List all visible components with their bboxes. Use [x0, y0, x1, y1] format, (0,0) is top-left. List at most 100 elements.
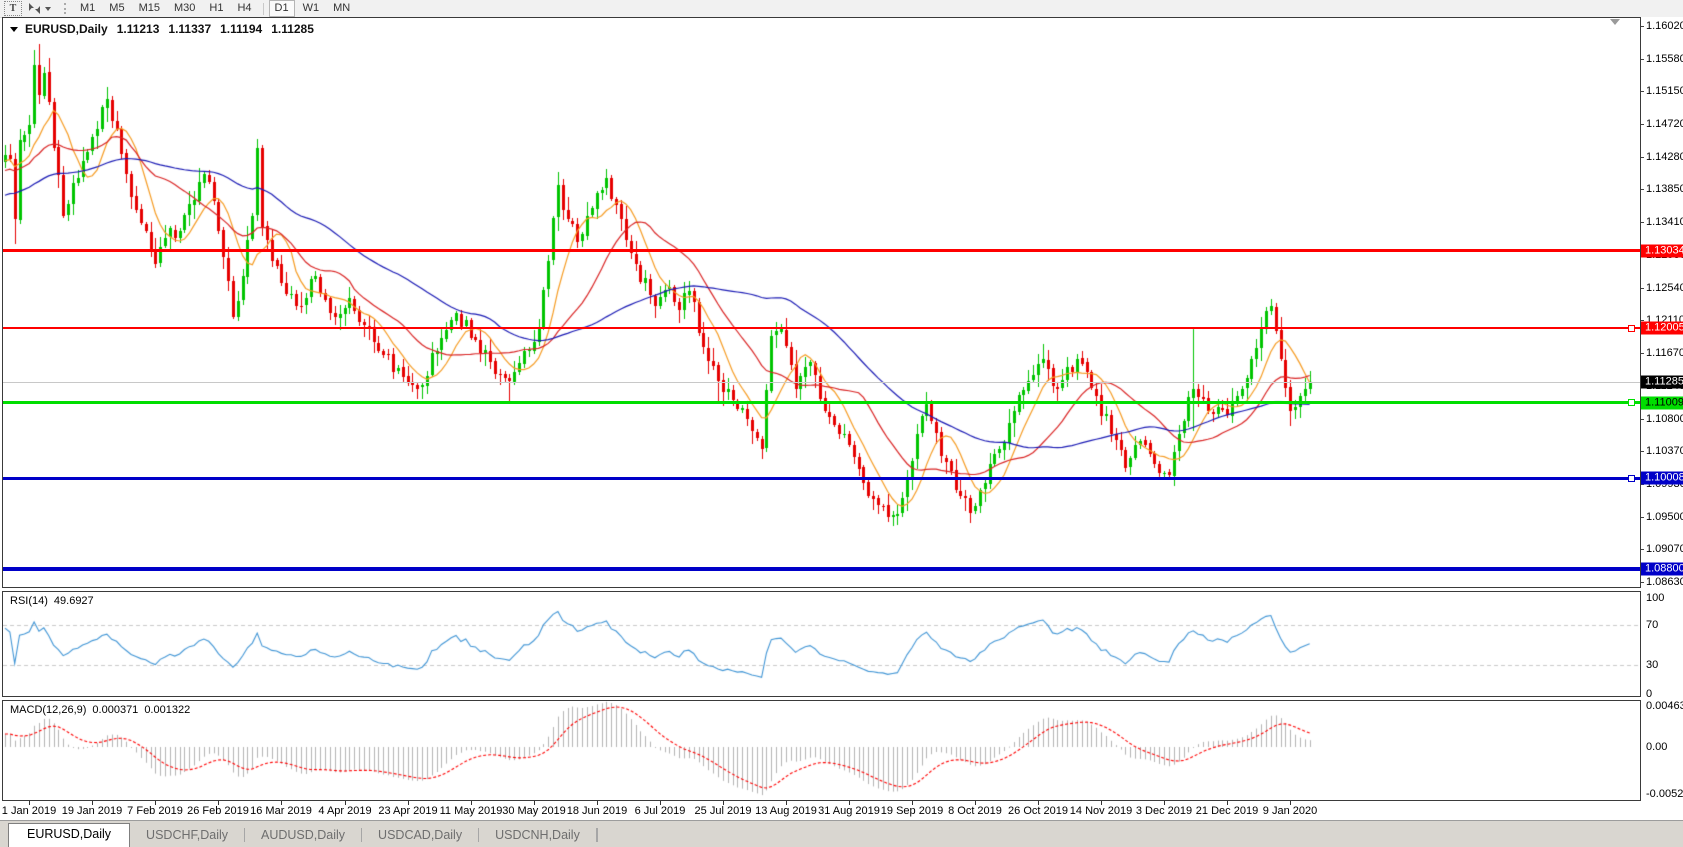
price-tick-mark: [1641, 549, 1644, 550]
rsi-canvas[interactable]: [3, 592, 1640, 696]
price-tick-label: 1.15580: [1646, 53, 1683, 65]
price-level-badge: 1.08800: [1641, 563, 1683, 576]
chart-tab-bar: EURUSD,DailyUSDCHF,DailyAUDUSD,DailyUSDC…: [0, 820, 1683, 847]
price-tick-label: 1.13850: [1646, 183, 1683, 195]
date-tick-label: 13 Aug 2019: [755, 805, 817, 817]
timeframe-button-w1[interactable]: W1: [297, 0, 326, 17]
rsi-tick-label: 70: [1646, 619, 1658, 631]
text-tool-button[interactable]: T: [4, 1, 22, 16]
timeframe-button-m1[interactable]: M1: [74, 0, 101, 17]
price-tick-mark: [1641, 26, 1644, 27]
date-tick-label: 31 Aug 2019: [818, 805, 880, 817]
chart-tab-audusd[interactable]: AUDUSD,Daily: [245, 824, 361, 847]
ohlc-open: 1.11213: [117, 22, 160, 36]
price-tick-mark: [1641, 59, 1644, 60]
price-tick-mark: [1641, 124, 1644, 125]
price-tick-mark: [1641, 91, 1644, 92]
rsi-tick-label: 0: [1646, 688, 1652, 700]
macd-canvas[interactable]: [3, 701, 1640, 800]
date-tick-label: 26 Oct 2019: [1008, 805, 1068, 817]
price-tick-label: 1.14280: [1646, 151, 1683, 163]
rsi-tick-label: 100: [1646, 592, 1664, 604]
date-tick-label: 18 Jun 2019: [567, 805, 628, 817]
timeframe-button-mn[interactable]: MN: [327, 0, 356, 17]
date-tick-label: 11 May 2019: [440, 805, 503, 817]
price-tick-mark: [1641, 451, 1644, 452]
chart-title: EURUSD,Daily 1.11213 1.11337 1.11194 1.1…: [10, 22, 314, 36]
price-level-badge: 1.10008: [1641, 472, 1683, 485]
timeframe-button-m15[interactable]: M15: [133, 0, 166, 17]
macd-value-2: 0.001322: [144, 704, 190, 716]
date-tick-label: 14 Nov 2019: [1070, 805, 1132, 817]
date-tick-label: 4 Apr 2019: [318, 805, 371, 817]
date-tick-label: 8 Oct 2019: [948, 805, 1002, 817]
date-tick-label: 6 Jul 2019: [635, 805, 686, 817]
timeframe-button-h4[interactable]: H4: [231, 0, 257, 17]
rsi-label: RSI(14) 49.6927: [10, 595, 94, 607]
date-tick-label: 7 Feb 2019: [127, 805, 183, 817]
top-toolbar: T M1M5M15M30H1H4 D1W1MN: [0, 0, 1683, 18]
horizontal-level-line-1.12005[interactable]: [3, 327, 1640, 329]
ohlc-low: 1.11194: [220, 22, 262, 36]
horizontal-level-line-1.10008[interactable]: [3, 477, 1640, 480]
macd-tick-label: -0.00529: [1646, 788, 1683, 800]
chart-tab-eurusd[interactable]: EURUSD,Daily: [8, 823, 130, 847]
price-tick-mark: [1641, 288, 1644, 289]
tab-separator: [597, 828, 598, 842]
price-tick-label: 1.10370: [1646, 445, 1683, 457]
timeframe-button-h1[interactable]: H1: [203, 0, 229, 17]
price-tick-mark: [1641, 189, 1644, 190]
date-tick-label: 26 Feb 2019: [187, 805, 249, 817]
date-tick-label: 3 Dec 2019: [1136, 805, 1192, 817]
chevron-down-icon: [45, 7, 51, 11]
level-drag-handle[interactable]: [1628, 399, 1635, 406]
date-tick-label: 19 Sep 2019: [881, 805, 943, 817]
macd-tick-label: 0.00: [1646, 741, 1667, 753]
chart-tab-usdcad[interactable]: USDCAD,Daily: [362, 824, 478, 847]
ohlc-close: 1.11285: [271, 22, 314, 36]
timeframe-toolbar: M1M5M15M30H1H4 D1W1MN: [73, 0, 357, 17]
price-tick-label: 1.11670: [1646, 347, 1683, 359]
macd-label: MACD(12,26,9) 0.000371 0.001322: [10, 704, 190, 716]
cursor-modes-button[interactable]: [23, 0, 55, 17]
timeframe-button-d1[interactable]: D1: [269, 0, 295, 17]
timeframe-button-m30[interactable]: M30: [168, 0, 201, 17]
diagonal-arrows-icon: [27, 2, 42, 15]
toolbar-grip[interactable]: [64, 3, 68, 14]
symbol-dropdown-icon[interactable]: [10, 27, 18, 32]
rsi-name: RSI(14): [10, 595, 48, 607]
date-tick-label: 21 Dec 2019: [1196, 805, 1258, 817]
timeframe-button-m5[interactable]: M5: [103, 0, 130, 17]
price-tick-label: 1.15150: [1646, 85, 1683, 97]
price-tick-label: 1.14720: [1646, 118, 1683, 130]
horizontal-level-line-1.08800[interactable]: [3, 567, 1640, 571]
rsi-tick-label: 30: [1646, 659, 1658, 671]
date-tick-label: 9 Jan 2020: [1263, 805, 1317, 817]
rsi-value: 49.6927: [54, 595, 94, 607]
price-tick-mark: [1641, 222, 1644, 223]
ohlc-high: 1.11337: [168, 22, 211, 36]
price-chart-canvas[interactable]: [3, 18, 1640, 587]
price-tick-label: 1.09070: [1646, 543, 1683, 555]
level-drag-handle[interactable]: [1628, 325, 1635, 332]
level-drag-handle[interactable]: [1628, 475, 1635, 482]
date-tick-label: 25 Jul 2019: [695, 805, 752, 817]
price-level-badge: 1.11009: [1641, 397, 1683, 410]
chart-tab-usdchf[interactable]: USDCHF,Daily: [130, 824, 244, 847]
horizontal-level-line-1.11285[interactable]: [3, 382, 1640, 383]
price-tick-label: 1.08630: [1646, 576, 1683, 588]
price-tick-mark: [1641, 419, 1644, 420]
date-axis[interactable]: 1 Jan 201919 Jan 20197 Feb 201926 Feb 20…: [0, 801, 1683, 820]
horizontal-level-line-1.13034[interactable]: [3, 249, 1640, 252]
price-level-badge: 1.13034: [1641, 245, 1683, 258]
price-level-badge: 1.12005: [1641, 322, 1683, 335]
price-tick-mark: [1641, 157, 1644, 158]
price-tick-mark: [1641, 582, 1644, 583]
macd-value-1: 0.000371: [92, 704, 138, 716]
scroll-to-end-icon[interactable]: [1610, 19, 1620, 25]
price-tick-label: 1.16020: [1646, 20, 1683, 32]
price-tick-label: 1.10800: [1646, 413, 1683, 425]
date-tick-label: 19 Jan 2019: [62, 805, 123, 817]
horizontal-level-line-1.11009[interactable]: [3, 401, 1640, 404]
chart-tab-usdcnh[interactable]: USDCNH,Daily: [479, 824, 596, 847]
